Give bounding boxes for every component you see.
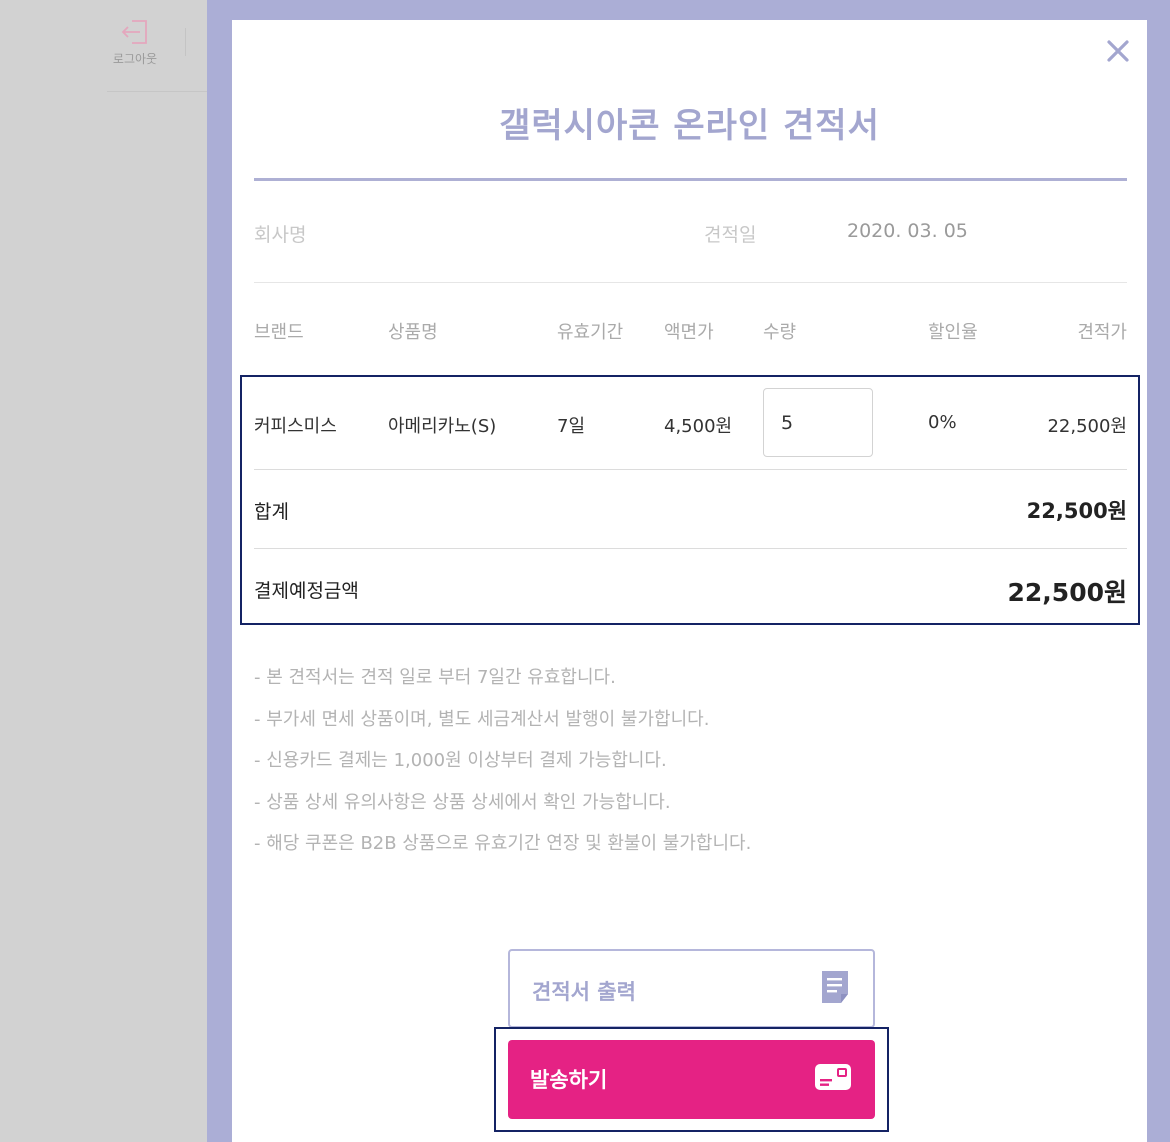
note-item: - 부가세 면세 상품이며, 별도 세금계산서 발행이 불가합니다. <box>254 708 710 730</box>
title-divider <box>254 178 1127 181</box>
header-product: 상품명 <box>388 322 438 343</box>
header-face-value: 액면가 <box>664 322 714 343</box>
logout-icon <box>104 18 166 46</box>
notes-list: - 본 견적서는 견적 일로 부터 7일간 유효합니다. - 부가세 면세 상품… <box>254 666 751 874</box>
highlight-frame <box>240 375 1140 625</box>
card-icon <box>814 1063 852 1095</box>
sidebar: 로그아웃 <box>0 0 207 1142</box>
quote-modal: 갤럭시아콘 온라인 견적서 회사명 견적일 2020. 03. 05 브랜드 상… <box>232 20 1147 1142</box>
logout-button[interactable]: 로그아웃 <box>104 18 166 67</box>
logout-label: 로그아웃 <box>112 52 158 66</box>
document-icon <box>819 968 851 1010</box>
header-price: 견적가 <box>1077 322 1127 343</box>
header-validity: 유효기간 <box>557 322 624 343</box>
send-label: 발송하기 <box>530 1068 608 1092</box>
company-label: 회사명 <box>254 224 307 246</box>
note-item: - 해당 쿠폰은 B2B 상품으로 유효기간 연장 및 환불이 불가합니다. <box>254 833 752 855</box>
print-label: 견적서 출력 <box>532 980 636 1004</box>
date-value: 2020. 03. 05 <box>847 220 968 242</box>
print-quote-button[interactable]: 견적서 출력 <box>508 949 875 1028</box>
date-label: 견적일 <box>704 224 757 246</box>
divider <box>185 28 186 56</box>
close-icon <box>1104 40 1132 69</box>
note-item: - 상품 상세 유의사항은 상품 상세에서 확인 가능합니다. <box>254 791 671 813</box>
note-item: - 신용카드 결제는 1,000원 이상부터 결제 가능합니다. <box>254 750 667 772</box>
header-discount: 할인율 <box>928 322 978 343</box>
header-quantity: 수량 <box>763 322 797 343</box>
close-button[interactable] <box>1104 37 1132 65</box>
header-brand: 브랜드 <box>254 322 304 343</box>
send-button[interactable]: 발송하기 <box>508 1040 875 1119</box>
divider <box>107 91 207 92</box>
divider <box>254 282 1127 283</box>
modal-title: 갤럭시아콘 온라인 견적서 <box>499 106 880 146</box>
note-item: - 본 견적서는 견적 일로 부터 7일간 유효합니다. <box>254 667 616 688</box>
